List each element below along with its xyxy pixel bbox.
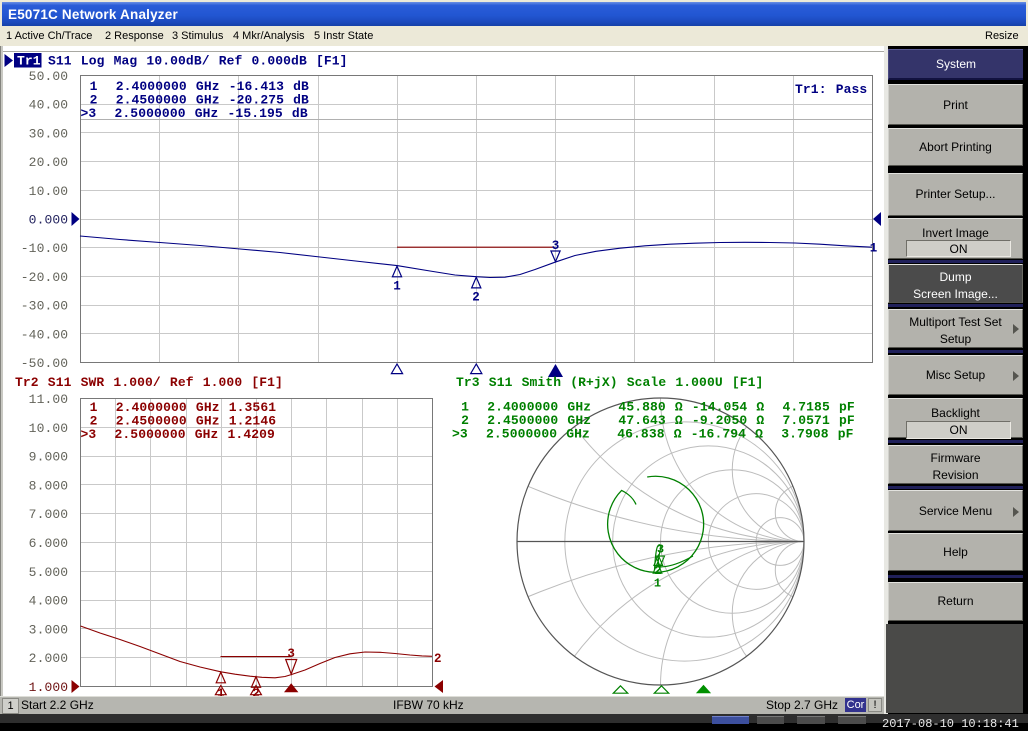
svg-text:3: 3 bbox=[287, 647, 295, 661]
svg-text:1: 1 bbox=[654, 577, 661, 591]
svg-text:0.000: 0.000 bbox=[29, 213, 69, 228]
svg-text:-20.00: -20.00 bbox=[21, 270, 68, 285]
svg-text:2: 2 bbox=[472, 291, 480, 305]
svg-text:Tr2 S11 SWR 1.000/ Ref 1.000 [: Tr2 S11 SWR 1.000/ Ref 1.000 [F1] bbox=[15, 375, 283, 390]
svg-text:5.000: 5.000 bbox=[29, 565, 69, 580]
svg-text:4.000: 4.000 bbox=[29, 594, 69, 609]
svg-text:2: 2 bbox=[434, 652, 442, 666]
svg-text:>3 2.5000000 GHz 46.838 Ω -: >3 2.5000000 GHz 46.838 Ω -16.794 Ω 3.79… bbox=[452, 427, 854, 442]
svg-text:-50.00: -50.00 bbox=[21, 356, 68, 371]
svg-text:30.00: 30.00 bbox=[29, 126, 69, 141]
svg-text:1: 1 bbox=[870, 242, 878, 256]
svg-text:3.000: 3.000 bbox=[29, 622, 69, 637]
svg-text:1: 1 bbox=[393, 280, 401, 294]
svg-text:8.000: 8.000 bbox=[29, 478, 69, 493]
svg-text:3: 3 bbox=[552, 239, 560, 253]
svg-text:Tr3 S11 Smith (R+jX) Scale 1.0: Tr3 S11 Smith (R+jX) Scale 1.000U [F1] bbox=[456, 375, 763, 390]
svg-text:1.000: 1.000 bbox=[29, 680, 69, 695]
svg-text:40.00: 40.00 bbox=[29, 98, 69, 113]
svg-text:-30.00: -30.00 bbox=[21, 299, 68, 314]
svg-text:Tr1: Tr1 bbox=[17, 54, 41, 69]
svg-text:9.000: 9.000 bbox=[29, 450, 69, 465]
svg-text:2.000: 2.000 bbox=[29, 651, 69, 666]
svg-text:50.00: 50.00 bbox=[29, 69, 69, 84]
svg-text:11.00: 11.00 bbox=[29, 392, 69, 407]
svg-text:10.00: 10.00 bbox=[29, 421, 69, 436]
svg-text:S11 Log Mag 10.00dB/ Ref 0.000: S11 Log Mag 10.00dB/ Ref 0.000dB [F1] bbox=[48, 54, 348, 69]
svg-text:3: 3 bbox=[657, 543, 664, 557]
svg-text:>3 2.5000000 GHz -15.195 dB: >3 2.5000000 GHz -15.195 dB bbox=[81, 106, 308, 121]
svg-text:-40.00: -40.00 bbox=[21, 327, 68, 342]
svg-text:>3 2.5000000 GHz 1.4209: >3 2.5000000 GHz 1.4209 bbox=[81, 427, 276, 442]
svg-text:10.00: 10.00 bbox=[29, 184, 69, 199]
svg-text:7.000: 7.000 bbox=[29, 507, 69, 522]
svg-text:Tr1: Pass: Tr1: Pass bbox=[795, 82, 867, 97]
svg-text:20.00: 20.00 bbox=[29, 155, 69, 170]
svg-text:-10.00: -10.00 bbox=[21, 241, 68, 256]
svg-text:6.000: 6.000 bbox=[29, 536, 69, 551]
